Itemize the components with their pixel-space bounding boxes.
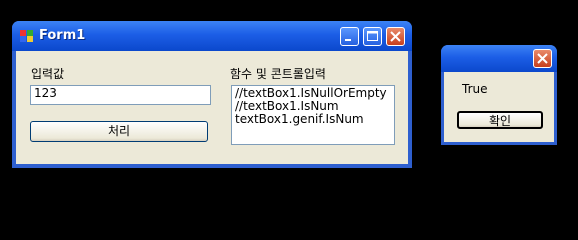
minimize-button[interactable]	[340, 27, 359, 46]
message-box-titlebar[interactable]	[441, 45, 557, 72]
close-button[interactable]	[386, 27, 405, 46]
app-icon	[20, 30, 34, 42]
form1-client-area: 입력값 123 처리 함수 및 콘트롤입력 //textBox1.IsNullO…	[16, 51, 408, 164]
code-line: textBox1.genif.IsNum	[235, 112, 364, 126]
form1-titlebar[interactable]: Form1	[12, 21, 412, 51]
message-text: True	[462, 82, 488, 96]
input-textbox[interactable]: 123	[30, 85, 211, 105]
function-label: 함수 및 콘트롤입력	[230, 67, 326, 81]
message-box-client: True 확인	[444, 72, 554, 142]
window-title: Form1	[39, 28, 86, 43]
message-box-window: True 확인	[441, 45, 557, 145]
process-button[interactable]: 처리	[30, 121, 208, 142]
minimize-icon	[345, 39, 351, 41]
close-icon	[537, 53, 548, 64]
form1-window: Form1 입력값 123 처리 함수 및 콘트롤입력 //textBox1.I…	[12, 21, 412, 168]
maximize-button[interactable]	[363, 27, 382, 46]
function-textarea[interactable]: //textBox1.IsNullOrEmpty //textBox1.IsNu…	[231, 85, 395, 145]
message-close-button[interactable]	[533, 49, 552, 68]
maximize-icon	[367, 31, 378, 41]
input-label: 입력값	[31, 67, 65, 81]
close-icon	[390, 31, 401, 42]
ok-button[interactable]: 확인	[457, 111, 543, 129]
